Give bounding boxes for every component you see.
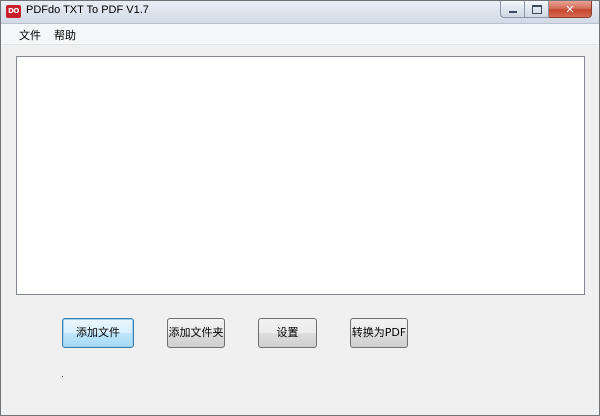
minimize-icon <box>508 10 517 13</box>
maximize-button[interactable] <box>525 1 549 18</box>
close-button[interactable]: ✕ <box>549 1 592 18</box>
title-bar[interactable]: DO PDFdo TXT To PDF V1.7 ✕ <box>1 1 599 24</box>
stray-dot <box>62 376 63 377</box>
add-file-button[interactable]: 添加文件 <box>62 318 134 348</box>
window-title: PDFdo TXT To PDF V1.7 <box>26 4 149 16</box>
file-list-area[interactable] <box>16 56 585 295</box>
menu-item-file[interactable]: 文件 <box>17 27 43 43</box>
minimize-button[interactable] <box>500 1 525 18</box>
convert-to-pdf-button[interactable]: 转换为PDF <box>350 318 408 348</box>
settings-button[interactable]: 设置 <box>258 318 317 348</box>
menu-bar: 文件 帮助 <box>1 24 599 45</box>
menu-item-help[interactable]: 帮助 <box>52 27 78 43</box>
close-icon: ✕ <box>565 2 575 16</box>
app-window: DO PDFdo TXT To PDF V1.7 ✕ 文件 帮助 添加文件 添加… <box>0 0 600 416</box>
maximize-icon <box>531 4 542 14</box>
window-controls: ✕ <box>500 1 592 19</box>
app-logo-icon[interactable]: DO <box>6 5 21 18</box>
add-folder-button[interactable]: 添加文件夹 <box>167 318 225 348</box>
